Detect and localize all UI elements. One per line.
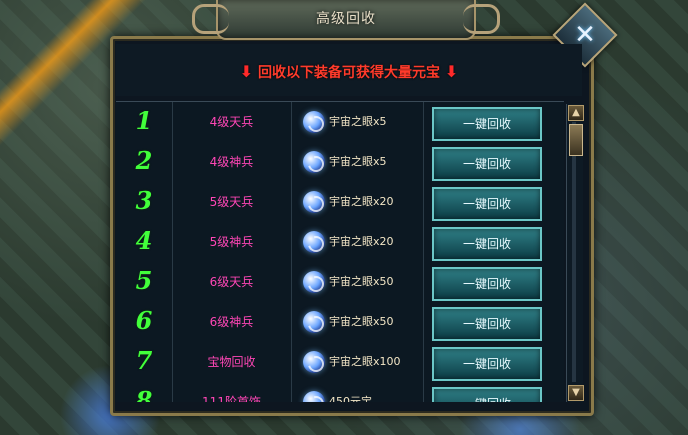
item-cell: 4级天兵 [172, 102, 292, 142]
row-number: 6 [135, 306, 153, 335]
row-number-cell: 1 [116, 102, 173, 142]
row-number: 8 [135, 386, 153, 402]
item-cell: 5级天兵 [172, 182, 292, 222]
reward-text: 宇宙之眼x100 [329, 355, 401, 368]
action-cell: 一键回收 [423, 222, 564, 262]
row-number-cell: 7 [116, 342, 173, 382]
universe-eye-icon [303, 191, 325, 213]
row-number: 3 [135, 186, 153, 215]
item-name: 4级神兵 [209, 155, 254, 169]
universe-eye-icon [303, 351, 325, 373]
reward-cell: 450元宝 [291, 382, 424, 402]
row-number-cell: 6 [116, 302, 173, 342]
list-item: 7 宝物回收 宇宙之眼x100 一键回收 [116, 342, 564, 383]
reward-text: 宇宙之眼x20 [329, 235, 394, 248]
list-item: 5 6级天兵 宇宙之眼x50 一键回收 [116, 262, 564, 303]
dialog-title-plate: 高级回收 [192, 0, 500, 40]
recycle-notice: ⬇ 回收以下装备可获得大量元宝 ⬇ [116, 62, 582, 82]
scroll-up-button[interactable]: ▲ [568, 105, 584, 121]
item-name: 111阶首饰 [202, 395, 261, 402]
list-item: 8 111阶首饰 450元宝 一键回收 [116, 382, 564, 402]
action-cell: 一键回收 [423, 142, 564, 182]
reward-text: 宇宙之眼x5 [329, 155, 387, 168]
reward-cell: 宇宙之眼x20 [291, 222, 424, 262]
action-cell: 一键回收 [423, 302, 564, 342]
item-name: 4级天兵 [209, 115, 254, 129]
row-number: 5 [135, 266, 153, 295]
action-cell: 一键回收 [423, 382, 564, 402]
universe-eye-icon [303, 311, 325, 333]
dialog-title: 高级回收 [316, 11, 376, 27]
one-click-recycle-button[interactable]: 一键回收 [432, 147, 542, 181]
gold-ingot-icon [303, 391, 325, 402]
reward-cell: 宇宙之眼x100 [291, 342, 424, 382]
scroll-thumb[interactable] [569, 124, 583, 156]
universe-eye-icon [303, 271, 325, 293]
row-number-cell: 4 [116, 222, 173, 262]
reward-text: 宇宙之眼x5 [329, 115, 387, 128]
list-item: 1 4级天兵 宇宙之眼x5 一键回收 [116, 102, 564, 143]
reward-cell: 宇宙之眼x5 [291, 142, 424, 182]
item-name: 6级天兵 [209, 275, 254, 289]
row-number: 1 [135, 106, 153, 135]
action-cell: 一键回收 [423, 342, 564, 382]
one-click-recycle-button[interactable]: 一键回收 [432, 227, 542, 261]
item-cell: 111阶首饰 [172, 382, 292, 402]
reward-cell: 宇宙之眼x50 [291, 302, 424, 342]
scroll-track[interactable] [572, 122, 576, 382]
row-number: 4 [135, 226, 153, 255]
item-cell: 4级神兵 [172, 142, 292, 182]
item-name: 5级神兵 [209, 235, 254, 249]
list-item: 6 6级神兵 宇宙之眼x50 一键回收 [116, 302, 564, 343]
reward-text: 宇宙之眼x20 [329, 195, 394, 208]
item-name: 宝物回收 [207, 355, 256, 369]
one-click-recycle-button[interactable]: 一键回收 [432, 307, 542, 341]
list-item: 3 5级天兵 宇宙之眼x20 一键回收 [116, 182, 564, 223]
action-cell: 一键回收 [423, 262, 564, 302]
notice-text: 回收以下装备可获得大量元宝 [258, 65, 440, 81]
action-cell: 一键回收 [423, 182, 564, 222]
one-click-recycle-button[interactable]: 一键回收 [432, 107, 542, 141]
row-number: 2 [135, 146, 153, 175]
row-number: 7 [135, 346, 153, 375]
item-cell: 6级天兵 [172, 262, 292, 302]
reward-text: 宇宙之眼x50 [329, 275, 394, 288]
list-scrollbar[interactable]: ▲ ▼ [566, 104, 584, 402]
one-click-recycle-button[interactable]: 一键回收 [432, 267, 542, 301]
list-item: 2 4级神兵 宇宙之眼x5 一键回收 [116, 142, 564, 183]
item-name: 5级天兵 [209, 195, 254, 209]
row-number-cell: 8 [116, 382, 173, 402]
notice-area: ⬇ 回收以下装备可获得大量元宝 ⬇ [116, 44, 582, 96]
universe-eye-icon [303, 231, 325, 253]
one-click-recycle-button[interactable]: 一键回收 [432, 187, 542, 221]
row-number-cell: 5 [116, 262, 173, 302]
item-cell: 5级神兵 [172, 222, 292, 262]
reward-text: 450元宝 [329, 395, 372, 402]
row-number-cell: 3 [116, 182, 173, 222]
item-cell: 6级神兵 [172, 302, 292, 342]
item-name: 6级神兵 [209, 315, 254, 329]
reward-cell: 宇宙之眼x50 [291, 262, 424, 302]
reward-cell: 宇宙之眼x5 [291, 102, 424, 142]
list-item: 4 5级神兵 宇宙之眼x20 一键回收 [116, 222, 564, 263]
universe-eye-icon [303, 111, 325, 133]
one-click-recycle-button[interactable]: 一键回收 [432, 347, 542, 381]
one-click-recycle-button[interactable]: 一键回收 [432, 387, 542, 402]
reward-cell: 宇宙之眼x20 [291, 182, 424, 222]
down-arrow-left-icon: ⬇ [239, 62, 254, 81]
recycle-list: 1 4级天兵 宇宙之眼x5 一键回收 2 4级神兵 宇宙之眼x5 一键回收 3 … [116, 101, 564, 402]
item-cell: 宝物回收 [172, 342, 292, 382]
down-arrow-right-icon: ⬇ [444, 62, 459, 81]
universe-eye-icon [303, 151, 325, 173]
row-number-cell: 2 [116, 142, 173, 182]
reward-text: 宇宙之眼x50 [329, 315, 394, 328]
scroll-down-button[interactable]: ▼ [568, 385, 584, 401]
action-cell: 一键回收 [423, 102, 564, 142]
